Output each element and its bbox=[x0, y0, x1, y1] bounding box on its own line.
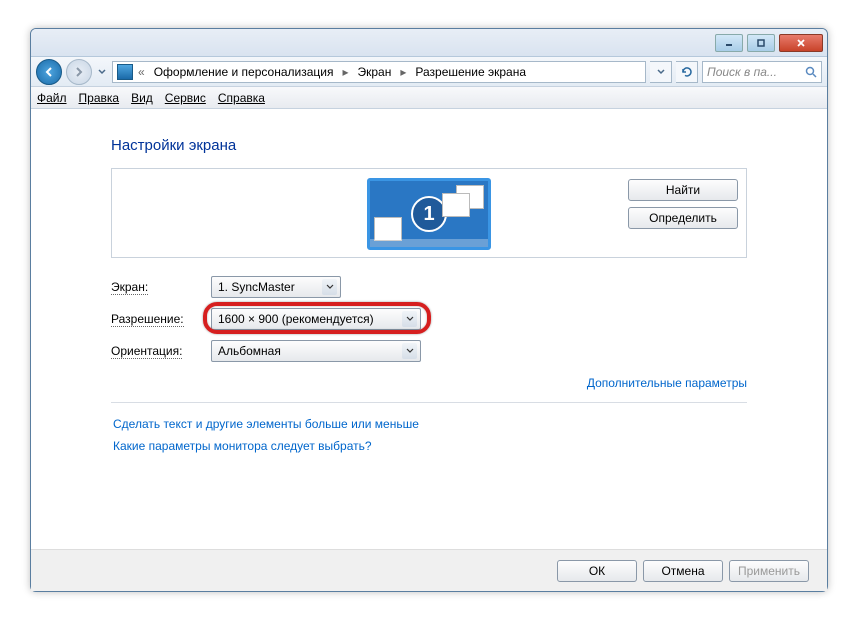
orientation-value: Альбомная bbox=[218, 344, 281, 358]
control-panel-window: « Оформление и персонализация ▸ Экран ▸ … bbox=[30, 28, 828, 592]
control-panel-icon bbox=[117, 64, 133, 80]
ok-button[interactable]: ОК bbox=[557, 560, 637, 582]
monitor-thumbnail[interactable]: 1 bbox=[367, 178, 491, 250]
window-decoration-icon bbox=[442, 185, 484, 219]
resolution-dropdown[interactable]: 1600 × 900 (рекомендуется) bbox=[211, 308, 421, 330]
display-dropdown[interactable]: 1. SyncMaster bbox=[211, 276, 341, 298]
arrow-right-icon bbox=[73, 66, 85, 78]
monitor-preview-box: 1 Найти Определить bbox=[111, 168, 747, 258]
menu-view[interactable]: Вид bbox=[131, 91, 153, 105]
display-value: 1. SyncMaster bbox=[218, 280, 295, 294]
maximize-button[interactable] bbox=[747, 34, 775, 52]
menu-bar: Файл Правка Вид Сервис Справка bbox=[31, 87, 827, 109]
chevron-down-icon bbox=[406, 316, 414, 322]
refresh-button[interactable] bbox=[676, 61, 698, 83]
minimize-icon bbox=[724, 38, 734, 48]
forward-button[interactable] bbox=[66, 59, 92, 85]
menu-tools[interactable]: Сервис bbox=[165, 91, 206, 105]
orientation-label: Ориентация: bbox=[111, 344, 182, 359]
chevron-down-icon bbox=[657, 69, 665, 75]
breadcrumb-separator: ▸ bbox=[397, 65, 409, 79]
page-title: Настройки экрана bbox=[111, 137, 747, 154]
back-button[interactable] bbox=[36, 59, 62, 85]
chevron-down-icon bbox=[98, 69, 106, 75]
breadcrumb-resolution[interactable]: Разрешение экрана bbox=[411, 63, 530, 81]
text-size-link[interactable]: Сделать текст и другие элементы больше и… bbox=[113, 417, 747, 431]
menu-edit[interactable]: Правка bbox=[79, 91, 120, 105]
resolution-label: Разрешение: bbox=[111, 312, 184, 327]
resolution-row: Разрешение: 1600 × 900 (рекомендуется) bbox=[111, 308, 747, 330]
content-area: Настройки экрана 1 Найти Определить Экра… bbox=[31, 109, 827, 453]
titlebar bbox=[31, 29, 827, 57]
apply-button[interactable]: Применить bbox=[729, 560, 809, 582]
menu-file[interactable]: Файл bbox=[37, 91, 67, 105]
breadcrumb-prefix: « bbox=[135, 65, 148, 79]
minimize-button[interactable] bbox=[715, 34, 743, 52]
detect-button[interactable]: Определить bbox=[628, 207, 738, 229]
display-row: Экран: 1. SyncMaster bbox=[111, 276, 747, 298]
display-label: Экран: bbox=[111, 280, 148, 295]
close-button[interactable] bbox=[779, 34, 823, 52]
nav-history-dropdown[interactable] bbox=[96, 60, 108, 84]
refresh-icon bbox=[681, 66, 693, 78]
breadcrumb-display[interactable]: Экран bbox=[353, 63, 395, 81]
breadcrumb-appearance[interactable]: Оформление и персонализация bbox=[150, 63, 338, 81]
cancel-button[interactable]: Отмена bbox=[643, 560, 723, 582]
navigation-bar: « Оформление и персонализация ▸ Экран ▸ … bbox=[31, 57, 827, 87]
window-decoration-icon bbox=[374, 209, 404, 237]
maximize-icon bbox=[756, 38, 766, 48]
taskbar-decoration bbox=[370, 239, 488, 247]
orientation-row: Ориентация: Альбомная bbox=[111, 340, 747, 362]
chevron-down-icon bbox=[406, 348, 414, 354]
menu-help[interactable]: Справка bbox=[218, 91, 265, 105]
address-dropdown-button[interactable] bbox=[650, 61, 672, 83]
orientation-dropdown[interactable]: Альбомная bbox=[211, 340, 421, 362]
search-icon bbox=[805, 66, 817, 78]
find-button[interactable]: Найти bbox=[628, 179, 738, 201]
resolution-value: 1600 × 900 (рекомендуется) bbox=[218, 312, 374, 326]
advanced-settings-link[interactable]: Дополнительные параметры bbox=[587, 376, 747, 390]
divider bbox=[111, 402, 747, 403]
close-icon bbox=[796, 38, 806, 48]
chevron-down-icon bbox=[326, 284, 334, 290]
arrow-left-icon bbox=[43, 66, 55, 78]
which-settings-link[interactable]: Какие параметры монитора следует выбрать… bbox=[113, 439, 747, 453]
search-placeholder: Поиск в па... bbox=[707, 65, 777, 79]
address-bar[interactable]: « Оформление и персонализация ▸ Экран ▸ … bbox=[112, 61, 646, 83]
dialog-footer: ОК Отмена Применить bbox=[31, 549, 827, 591]
breadcrumb-separator: ▸ bbox=[339, 65, 351, 79]
search-box[interactable]: Поиск в па... bbox=[702, 61, 822, 83]
